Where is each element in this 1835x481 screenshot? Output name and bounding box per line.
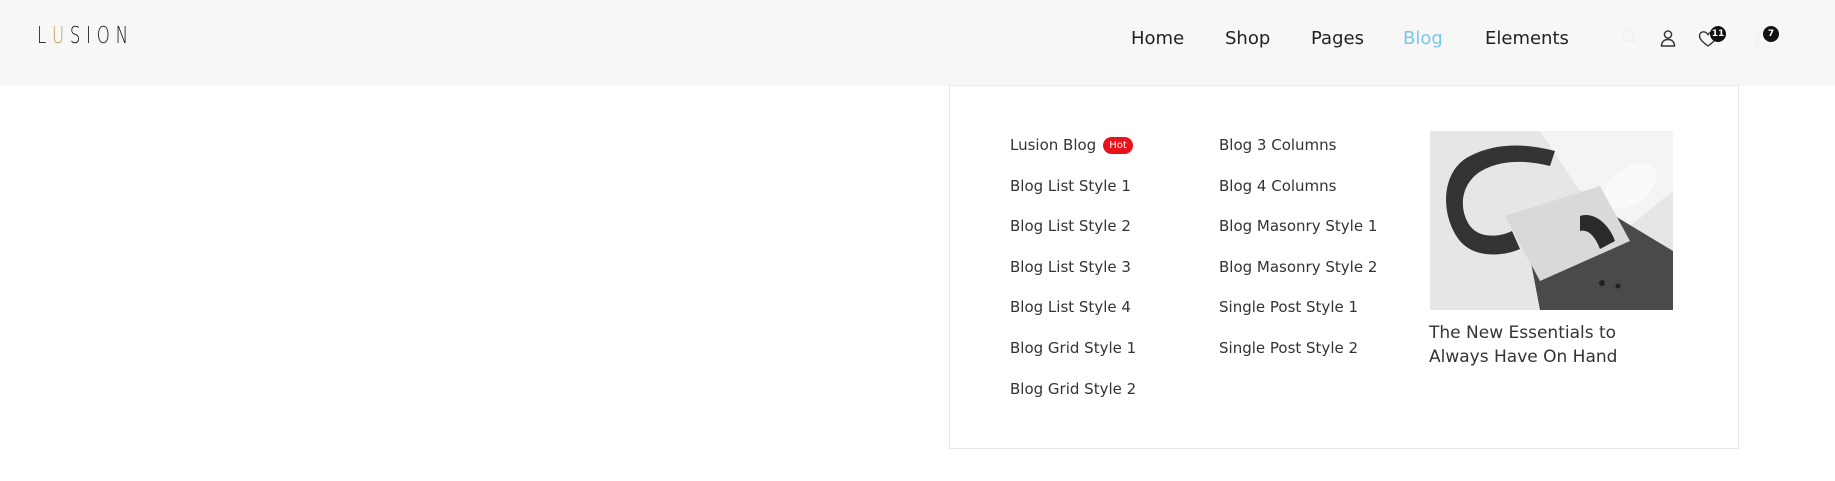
menu-link-blog-list-style-3[interactable]: Blog List Style 3: [1010, 258, 1136, 299]
nav-item-shop[interactable]: Shop: [1225, 28, 1270, 49]
menu-link-blog-grid-style-1[interactable]: Blog Grid Style 1: [1010, 339, 1136, 380]
menu-link-blog-masonry-style-2[interactable]: Blog Masonry Style 2: [1219, 258, 1377, 299]
menu-link-blog-masonry-style-1[interactable]: Blog Masonry Style 1: [1219, 217, 1377, 258]
menu-link-blog-list-style-4[interactable]: Blog List Style 4: [1010, 298, 1136, 339]
menu-link-blog-3-columns[interactable]: Blog 3 Columns: [1219, 136, 1377, 177]
search-icon[interactable]: [1621, 28, 1639, 46]
menu-link-lusion-blog[interactable]: Lusion Blog Hot: [1010, 136, 1136, 177]
menu-link-single-post-style-1[interactable]: Single Post Style 1: [1219, 298, 1377, 339]
wishlist-count-badge: 11: [1710, 26, 1726, 42]
logo-letters-sion: SION: [69, 23, 134, 49]
menu-link-blog-list-style-1[interactable]: Blog List Style 1: [1010, 177, 1136, 218]
site-logo[interactable]: L U SION: [37, 23, 134, 49]
user-icon[interactable]: [1659, 29, 1677, 47]
nav-item-pages[interactable]: Pages: [1311, 28, 1364, 49]
nav-item-home[interactable]: Home: [1131, 28, 1184, 49]
site-header: L U SION Home Shop Pages Blog Elements 11 …: [0, 0, 1835, 85]
menu-link-label: Lusion Blog: [1010, 136, 1097, 154]
blog-menu-column-1: Lusion Blog Hot Blog List Style 1 Blog Li…: [1010, 136, 1136, 420]
nav-item-elements[interactable]: Elements: [1485, 28, 1569, 49]
blog-menu-column-2: Blog 3 Columns Blog 4 Columns Blog Mason…: [1219, 136, 1377, 380]
featured-post-image[interactable]: [1430, 131, 1673, 310]
menu-link-blog-4-columns[interactable]: Blog 4 Columns: [1219, 177, 1377, 218]
blog-mega-menu: Lusion Blog Hot Blog List Style 1 Blog Li…: [949, 85, 1739, 449]
hot-badge: Hot: [1103, 137, 1133, 154]
cart-count-badge: 7: [1763, 26, 1779, 42]
nav-item-blog[interactable]: Blog: [1403, 28, 1443, 49]
featured-post-title[interactable]: The New Essentials to Always Have On Han…: [1429, 321, 1669, 369]
logo-letter-l: L: [37, 23, 52, 49]
menu-link-blog-list-style-2[interactable]: Blog List Style 2: [1010, 217, 1136, 258]
menu-link-single-post-style-2[interactable]: Single Post Style 2: [1219, 339, 1377, 380]
logo-letter-u: U: [51, 23, 70, 49]
menu-link-blog-grid-style-2[interactable]: Blog Grid Style 2: [1010, 380, 1136, 421]
